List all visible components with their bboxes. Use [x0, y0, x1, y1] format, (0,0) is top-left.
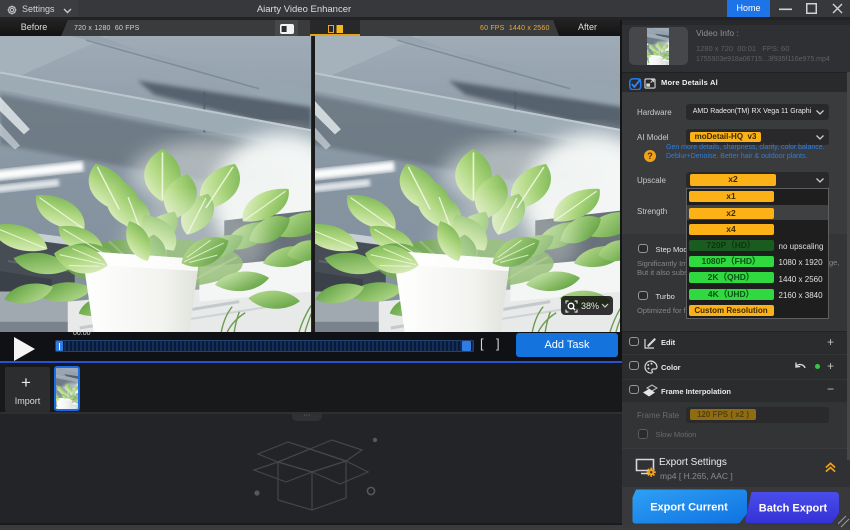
svg-text:Batch Export: Batch Export: [759, 503, 828, 515]
svg-text:Export Current: Export Current: [650, 502, 728, 514]
